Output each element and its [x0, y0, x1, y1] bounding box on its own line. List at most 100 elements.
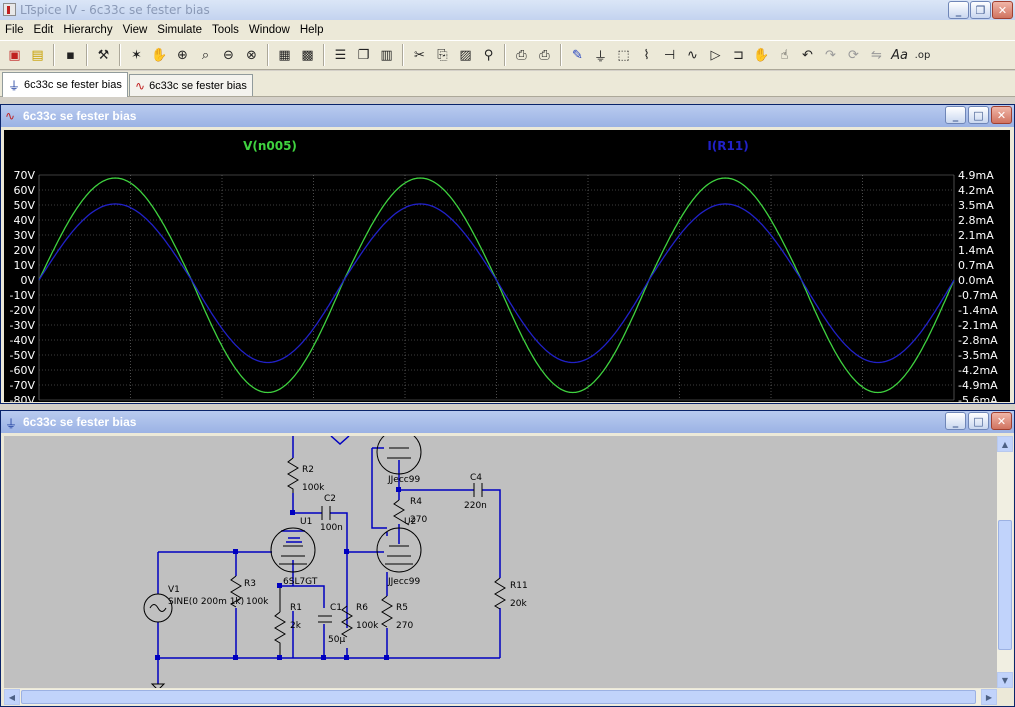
schematic-close-button[interactable]: ✕: [991, 412, 1012, 430]
waveform-minimize-button[interactable]: _: [945, 106, 966, 124]
y-right-tick-label: -3.5mA: [958, 349, 998, 362]
ltspice-app-icon: [3, 3, 16, 16]
toolbar-separator: [267, 44, 269, 66]
draw-wire-icon[interactable]: ✎: [567, 45, 588, 66]
menu-file[interactable]: File: [0, 24, 29, 36]
menu-tools[interactable]: Tools: [207, 24, 244, 36]
zoom-out-icon[interactable]: ⊖: [218, 45, 239, 66]
menu-hierarchy[interactable]: Hierarchy: [58, 24, 117, 36]
scroll-down-icon[interactable]: ▼: [997, 672, 1013, 688]
label-c1: C1: [330, 603, 342, 613]
label-c4-value: 220n: [464, 501, 487, 511]
menu-simulate[interactable]: Simulate: [152, 24, 207, 36]
drag-icon[interactable]: ☝: [774, 45, 795, 66]
label-r3: R3: [244, 579, 256, 589]
y-left-tick-label: 10V: [13, 259, 35, 272]
label-r5: R5: [396, 603, 408, 613]
ground-icon[interactable]: ⏚: [590, 45, 611, 66]
horizontal-scroll-thumb[interactable]: [21, 690, 976, 704]
minimize-button[interactable]: _: [948, 1, 969, 19]
toolbar: ▣ ▤ ▪ ⚒ ✶ ✋ ⊕ ⌕ ⊖ ⊗ ▦ ▩ ☰ ❐ ▥ ✂ ⎘ ▨ ⚲ ⎙ …: [0, 40, 1015, 70]
open-icon[interactable]: ▤: [27, 45, 48, 66]
label-r2-value: 100k: [302, 483, 325, 493]
undo-icon[interactable]: ↶: [797, 45, 818, 66]
control-panel-icon[interactable]: ⚒: [93, 45, 114, 66]
label-r11-value: 20k: [510, 599, 527, 609]
grid-icon[interactable]: ▩: [297, 45, 318, 66]
halt-icon[interactable]: ✋: [149, 45, 170, 66]
scroll-up-icon[interactable]: ▲: [997, 436, 1013, 452]
capacitor-icon[interactable]: ⊣: [659, 45, 680, 66]
label-u3-value: JJecc99: [387, 475, 420, 485]
print-icon[interactable]: ⎙: [534, 45, 555, 66]
diode-icon[interactable]: ▷: [705, 45, 726, 66]
restore-button[interactable]: ❐: [970, 1, 991, 19]
zoom-in-icon[interactable]: ⊕: [172, 45, 193, 66]
tab-schematic[interactable]: ⏚ 6c33c se fester bias: [2, 72, 128, 97]
cascade-icon[interactable]: ❐: [353, 45, 374, 66]
waveform-plot[interactable]: 70V 4.9mA 60V 4.2mA 50V 3.5mA 40V 2.8mA 30V 2.1mA…: [4, 130, 1010, 420]
spice-directive-icon[interactable]: .op: [912, 45, 933, 66]
y-left-tick-label: 40V: [13, 214, 35, 227]
schematic-minimize-button[interactable]: _: [945, 412, 966, 430]
tab-label: 6c33c se fester bias: [24, 79, 122, 91]
find-icon[interactable]: ⚲: [478, 45, 499, 66]
waveform-chart[interactable]: 70V 4.9mA 60V 4.2mA 50V 3.5mA 40V 2.8mA 30V 2.1mA…: [4, 130, 1010, 420]
close-button[interactable]: ✕: [992, 1, 1013, 19]
toolbar-separator: [560, 44, 562, 66]
label-r2: R2: [302, 465, 314, 475]
schematic-canvas[interactable]: R2 100k C2 100n U1 6SL7GT R3 100k V1 SIN…: [4, 436, 997, 688]
y-left-tick-label: -10V: [10, 289, 36, 302]
y-left-tick-label: -50V: [10, 349, 36, 362]
label-r4-value: 270: [410, 515, 427, 525]
menu-window[interactable]: Window: [244, 24, 295, 36]
vertical-scroll-thumb[interactable]: [998, 520, 1012, 650]
waveform-close-button[interactable]: ✕: [991, 106, 1012, 124]
inductor-icon[interactable]: ∿: [682, 45, 703, 66]
redo-icon[interactable]: ↷: [820, 45, 841, 66]
move-icon[interactable]: ✋: [751, 45, 772, 66]
label-r6: R6: [356, 603, 368, 613]
schematic-maximize-button[interactable]: □: [968, 412, 989, 430]
zoom-area-icon[interactable]: ⌕: [195, 45, 216, 66]
label-r1-value: 2k: [290, 621, 302, 631]
waveform-maximize-button[interactable]: □: [968, 106, 989, 124]
y-left-tick-label: -40V: [10, 334, 36, 347]
app-title-bar: LTspice IV - 6c33c se fester bias _ ❐ ✕: [0, 0, 1015, 20]
scroll-right-icon[interactable]: ▶: [981, 689, 997, 705]
text-icon[interactable]: Aa: [889, 45, 910, 66]
save-icon[interactable]: ▪: [60, 45, 81, 66]
zoom-cancel-icon[interactable]: ⊗: [241, 45, 262, 66]
y-right-tick-label: 2.1mA: [958, 229, 994, 242]
new-schematic-icon[interactable]: ▣: [4, 45, 25, 66]
print-setup-icon[interactable]: ⎙: [511, 45, 532, 66]
menu-view[interactable]: View: [118, 24, 153, 36]
schematic-window-title: 6c33c se fester bias: [23, 415, 137, 429]
schematic-horizontal-scrollbar[interactable]: ◀ ▶: [4, 689, 997, 705]
waveform-window-titlebar: ∿ 6c33c se fester bias _ □ ✕: [1, 105, 1014, 127]
menu-help[interactable]: Help: [295, 24, 329, 36]
component-icon[interactable]: ⊐: [728, 45, 749, 66]
schematic-vertical-scrollbar[interactable]: ▲ ▼: [997, 436, 1013, 688]
scroll-left-icon[interactable]: ◀: [4, 689, 20, 705]
tile-vertical-icon[interactable]: ▥: [376, 45, 397, 66]
label-net-icon[interactable]: ⬚: [613, 45, 634, 66]
menu-edit[interactable]: Edit: [29, 24, 59, 36]
mirror-icon[interactable]: ⇋: [866, 45, 887, 66]
cut-icon[interactable]: ✂: [409, 45, 430, 66]
y-right-tick-label: -5.6mA: [958, 394, 998, 402]
rotate-icon[interactable]: ⟳: [843, 45, 864, 66]
autorange-icon[interactable]: ▦: [274, 45, 295, 66]
paste-icon[interactable]: ▨: [455, 45, 476, 66]
series-line: [38, 177, 955, 394]
copy-icon[interactable]: ⎘: [432, 45, 453, 66]
resistor-icon[interactable]: ⌇: [636, 45, 657, 66]
schematic-drawing[interactable]: R2 100k C2 100n U1 6SL7GT R3 100k V1 SIN…: [4, 436, 997, 688]
run-icon[interactable]: ✶: [126, 45, 147, 66]
series-label: I(R11): [707, 139, 748, 153]
tile-horizontal-icon[interactable]: ☰: [330, 45, 351, 66]
schematic-junctions: [155, 487, 401, 660]
tab-waveform[interactable]: ∿ 6c33c se fester bias: [129, 74, 253, 96]
schematic-window: ⏚ 6c33c se fester bias _ □ ✕ R2 100k C2 …: [0, 410, 1015, 707]
waveform-window-title: 6c33c se fester bias: [23, 109, 137, 123]
